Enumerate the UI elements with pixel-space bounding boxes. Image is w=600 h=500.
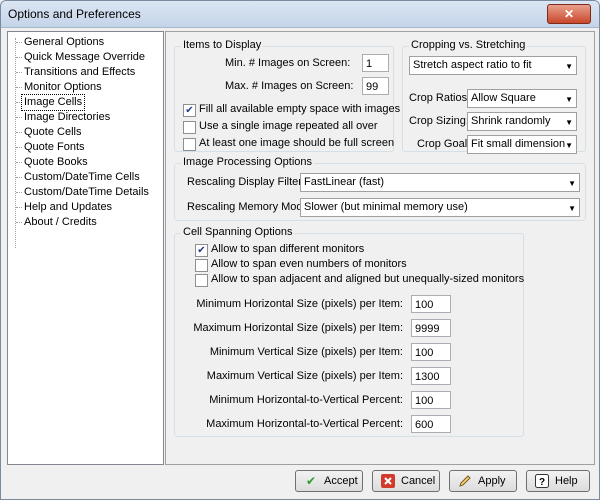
- tree-item[interactable]: Quick Message Override: [22, 50, 147, 65]
- crop-sizing-value: Shrink randomly: [471, 115, 551, 127]
- close-button[interactable]: ✕: [547, 4, 591, 24]
- tree-item[interactable]: Quote Fonts: [22, 140, 87, 155]
- close-icon: ✕: [563, 7, 575, 21]
- tree-item[interactable]: Quote Books: [22, 155, 90, 170]
- tree-item[interactable]: About / Credits: [22, 215, 99, 230]
- max-horizontal-size-input[interactable]: 9999: [411, 319, 451, 337]
- cancel-button[interactable]: Cancel: [372, 470, 440, 492]
- cancel-icon: [381, 474, 395, 488]
- crop-goal-value: Fit small dimension: [471, 138, 566, 150]
- chevron-down-icon: ▼: [565, 118, 573, 127]
- fill-space-checkbox[interactable]: ✔: [183, 104, 196, 117]
- span-monitors-label[interactable]: Allow to span different monitors: [211, 243, 364, 255]
- crop-ratios-dropdown[interactable]: Allow Square ▼: [467, 89, 577, 108]
- cancel-button-label: Cancel: [401, 475, 436, 487]
- window-title: Options and Preferences: [8, 7, 141, 21]
- max-hv-percent-input[interactable]: 600: [411, 415, 451, 433]
- cropping-group: Cropping vs. Stretching Stretch aspect r…: [402, 39, 586, 154]
- title-bar[interactable]: Options and Preferences ✕: [1, 1, 599, 28]
- min-images-label: Min. # Images on Screen:: [225, 57, 351, 69]
- crop-sizing-dropdown[interactable]: Shrink randomly ▼: [467, 112, 577, 131]
- chevron-down-icon: ▼: [568, 179, 576, 188]
- tree-connector: [15, 38, 16, 248]
- span-even-label[interactable]: Allow to span even numbers of monitors: [211, 258, 407, 270]
- tree-item[interactable]: General Options: [22, 35, 106, 50]
- image-processing-label: Image Processing Options: [181, 156, 315, 168]
- pencil-icon: [458, 474, 472, 488]
- display-filter-label: Rescaling Display Filter: [187, 176, 302, 188]
- svg-text:?: ?: [539, 477, 545, 488]
- display-filter-value: FastLinear (fast): [304, 176, 385, 188]
- memory-mode-value: Slower (but minimal memory use): [304, 201, 468, 213]
- fill-space-label[interactable]: Fill all available empty space with imag…: [199, 103, 400, 115]
- tree-item[interactable]: Custom/DateTime Cells: [22, 170, 142, 185]
- full-screen-checkbox[interactable]: [183, 138, 196, 151]
- min-vertical-size-label: Minimum Vertical Size (pixels) per Item:: [209, 346, 403, 358]
- apply-button-label: Apply: [478, 475, 506, 487]
- min-horizontal-size-label: Minimum Horizontal Size (pixels) per Ite…: [196, 298, 403, 310]
- memory-mode-dropdown[interactable]: Slower (but minimal memory use) ▼: [300, 198, 580, 217]
- chevron-down-icon: ▼: [565, 95, 573, 104]
- crop-mode-value: Stretch aspect ratio to fit: [413, 59, 532, 71]
- chevron-down-icon: ▼: [565, 141, 573, 150]
- accept-button-label: Accept: [324, 475, 358, 487]
- display-filter-dropdown[interactable]: FastLinear (fast) ▼: [300, 173, 580, 192]
- image-cells-panel: Items to Display Min. # Images on Screen…: [165, 31, 595, 465]
- tree-item[interactable]: Quote Cells: [22, 125, 83, 140]
- tree-item[interactable]: Custom/DateTime Details: [22, 185, 151, 200]
- image-processing-group: Image Processing Options Rescaling Displ…: [174, 156, 586, 221]
- span-even-checkbox[interactable]: [195, 259, 208, 272]
- crop-ratios-value: Allow Square: [471, 92, 536, 104]
- min-images-input[interactable]: 1: [362, 54, 389, 72]
- crop-goal-dropdown[interactable]: Fit small dimension ▼: [467, 135, 577, 154]
- tree-item[interactable]: Monitor Options: [22, 80, 104, 95]
- min-horizontal-size-input[interactable]: 100: [411, 295, 451, 313]
- span-adjacent-label[interactable]: Allow to span adjacent and aligned but u…: [211, 273, 524, 285]
- chevron-down-icon: ▼: [568, 204, 576, 213]
- min-hv-percent-label: Minimum Horizontal-to-Vertical Percent:: [209, 394, 403, 406]
- full-screen-label[interactable]: At least one image should be full screen: [199, 137, 394, 149]
- min-hv-percent-input[interactable]: 100: [411, 391, 451, 409]
- max-horizontal-size-label: Maximum Horizontal Size (pixels) per Ite…: [193, 322, 403, 334]
- max-vertical-size-label: Maximum Vertical Size (pixels) per Item:: [206, 370, 403, 382]
- max-images-label: Max. # Images on Screen:: [225, 80, 354, 92]
- items-to-display-group: Items to Display Min. # Images on Screen…: [174, 39, 400, 152]
- options-window: Options and Preferences ✕ General Option…: [0, 0, 600, 500]
- tree-item[interactable]: Help and Updates: [22, 200, 114, 215]
- accept-button[interactable]: ✔ Accept: [295, 470, 363, 492]
- question-icon: ?: [535, 474, 549, 488]
- single-image-checkbox[interactable]: [183, 121, 196, 134]
- checkmark-icon: ✔: [305, 474, 317, 488]
- tree-item[interactable]: Image Cells: [20, 94, 86, 111]
- max-hv-percent-label: Maximum Horizontal-to-Vertical Percent:: [206, 418, 403, 430]
- client-area: General Options Quick Message Override Tra…: [5, 29, 595, 494]
- cropping-label: Cropping vs. Stretching: [409, 39, 528, 51]
- span-adjacent-checkbox[interactable]: [195, 274, 208, 287]
- items-to-display-label: Items to Display: [181, 39, 264, 51]
- apply-button[interactable]: Apply: [449, 470, 517, 492]
- category-tree[interactable]: General Options Quick Message Override Tra…: [7, 31, 164, 465]
- tree-item[interactable]: Transitions and Effects: [22, 65, 137, 80]
- max-images-input[interactable]: 99: [362, 77, 389, 95]
- crop-sizing-label: Crop Sizing:: [409, 115, 469, 127]
- cell-spanning-group: Cell Spanning Options ✔ Allow to span di…: [174, 226, 524, 437]
- tree-item[interactable]: Image Directories: [22, 110, 112, 125]
- crop-ratios-label: Crop Ratios:: [409, 92, 471, 104]
- memory-mode-label: Rescaling Memory Mode: [187, 201, 309, 213]
- help-button[interactable]: ? Help: [526, 470, 590, 492]
- span-monitors-checkbox[interactable]: ✔: [195, 244, 208, 257]
- crop-mode-dropdown[interactable]: Stretch aspect ratio to fit ▼: [409, 56, 577, 75]
- min-vertical-size-input[interactable]: 100: [411, 343, 451, 361]
- chevron-down-icon: ▼: [565, 62, 573, 71]
- single-image-label[interactable]: Use a single image repeated all over: [199, 120, 378, 132]
- help-button-label: Help: [555, 475, 578, 487]
- max-vertical-size-input[interactable]: 1300: [411, 367, 451, 385]
- crop-goal-label: Crop Goal:: [417, 138, 471, 150]
- cell-spanning-label: Cell Spanning Options: [181, 226, 295, 238]
